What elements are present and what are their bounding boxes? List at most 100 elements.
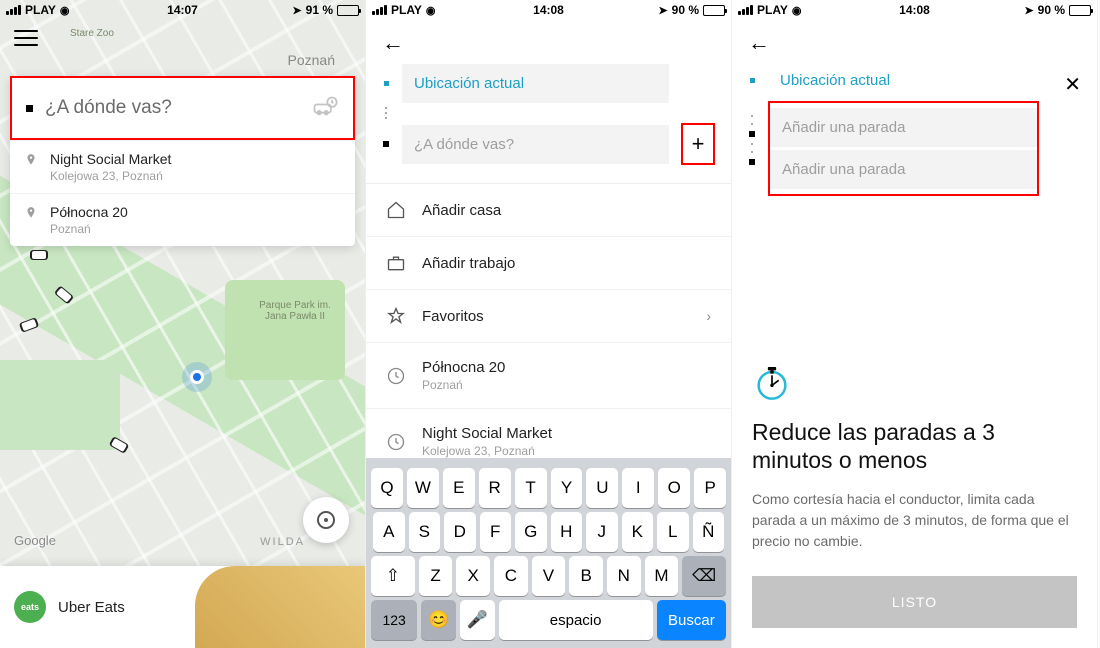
- done-button[interactable]: LISTO: [752, 576, 1077, 628]
- location-services-icon: ➤: [292, 4, 301, 17]
- key-enye[interactable]: Ñ: [693, 512, 725, 552]
- map-district-label: WILDA: [260, 536, 305, 548]
- key-m[interactable]: M: [645, 556, 679, 596]
- route-inputs: Ubicación actual ¿A dónde vas? +: [366, 64, 731, 175]
- status-bar: PLAY ◉ 14:08 ➤ 90 %: [366, 0, 731, 20]
- uber-eats-image: [195, 566, 365, 648]
- keyboard-row-1: Q W E R T Y U I O P: [371, 468, 726, 508]
- home-icon: [386, 200, 406, 220]
- mic-key[interactable]: 🎤: [460, 600, 495, 640]
- wifi-icon: ◉: [792, 4, 802, 17]
- key-z[interactable]: Z: [419, 556, 453, 596]
- stop-field-1[interactable]: Añadir una parada: [770, 108, 1037, 147]
- carrier-label: PLAY: [25, 3, 56, 17]
- key-c[interactable]: C: [494, 556, 528, 596]
- map-city-label: Poznań: [288, 52, 335, 68]
- key-x[interactable]: X: [456, 556, 490, 596]
- keyboard[interactable]: Q W E R T Y U I O P A S D F G H J K L: [366, 458, 731, 648]
- suggestion-subtitle: Poznań: [50, 222, 128, 236]
- screen-destination-entry: PLAY ◉ 14:08 ➤ 90 % ← Ubicación actual: [366, 0, 732, 648]
- location-services-icon: ➤: [1024, 4, 1033, 17]
- key-u[interactable]: U: [586, 468, 618, 508]
- route-inputs: Ubicación actual Añadir una parada Añadi…: [732, 64, 1097, 196]
- wifi-icon: ◉: [426, 4, 436, 17]
- key-a[interactable]: A: [373, 512, 405, 552]
- suggestion-title: Night Social Market: [50, 151, 171, 167]
- key-e[interactable]: E: [443, 468, 475, 508]
- space-key[interactable]: espacio: [499, 600, 653, 640]
- battery-icon: [337, 5, 359, 16]
- back-button[interactable]: ←: [732, 20, 1097, 60]
- map-attribution: Google: [14, 533, 56, 548]
- carrier-label: PLAY: [757, 3, 788, 17]
- clock: 14:07: [167, 3, 198, 17]
- signal-icon: [6, 5, 21, 15]
- tip-body: Como cortesía hacia el conductor, limita…: [752, 489, 1077, 552]
- clock-icon: [386, 366, 406, 386]
- destination-field[interactable]: ¿A dónde vas?: [402, 125, 669, 164]
- key-w[interactable]: W: [407, 468, 439, 508]
- clock: 14:08: [899, 3, 930, 17]
- search-key[interactable]: Buscar: [657, 600, 726, 640]
- uber-eats-banner[interactable]: eats Uber Eats: [0, 566, 365, 648]
- key-v[interactable]: V: [532, 556, 566, 596]
- chevron-right-icon: ›: [706, 308, 711, 324]
- clock-icon: [386, 432, 406, 452]
- key-y[interactable]: Y: [551, 468, 583, 508]
- key-b[interactable]: B: [569, 556, 603, 596]
- key-s[interactable]: S: [409, 512, 441, 552]
- add-home-row[interactable]: Añadir casa: [366, 184, 731, 237]
- key-d[interactable]: D: [444, 512, 476, 552]
- key-r[interactable]: R: [479, 468, 511, 508]
- signal-icon: [372, 5, 387, 15]
- signal-icon: [738, 5, 753, 15]
- recent-row[interactable]: Północna 20 Poznań: [366, 343, 731, 409]
- recenter-button[interactable]: [303, 497, 349, 543]
- pickup-field[interactable]: Ubicación actual: [768, 64, 1039, 97]
- key-f[interactable]: F: [480, 512, 512, 552]
- search-placeholder: ¿A dónde vas?: [45, 97, 299, 119]
- suggestion-subtitle: Kolejowa 23, Poznań: [50, 169, 171, 183]
- screen-add-stops: PLAY ◉ 14:08 ➤ 90 % ← Ubicación actual: [732, 0, 1098, 648]
- menu-button[interactable]: [14, 30, 38, 46]
- destination-dot-icon: [26, 105, 33, 112]
- favorites-row[interactable]: Favoritos ›: [366, 290, 731, 343]
- suggestion-title: Północna 20: [50, 204, 128, 220]
- key-g[interactable]: G: [515, 512, 547, 552]
- destination-search[interactable]: ¿A dónde vas?: [10, 76, 355, 140]
- key-j[interactable]: J: [586, 512, 618, 552]
- emoji-key[interactable]: 😊: [421, 600, 456, 640]
- numbers-key[interactable]: 123: [371, 600, 417, 640]
- current-location-dot: [190, 370, 204, 384]
- suggestion-row[interactable]: Północna 20 Poznań: [10, 193, 355, 246]
- keyboard-row-2: A S D F G H J K L Ñ: [371, 512, 726, 552]
- pin-icon: [24, 206, 38, 220]
- key-i[interactable]: I: [622, 468, 654, 508]
- key-k[interactable]: K: [622, 512, 654, 552]
- shift-key[interactable]: ⇧: [371, 556, 415, 596]
- key-o[interactable]: O: [658, 468, 690, 508]
- search-card: ¿A dónde vas? Night Social Market Kolejo…: [10, 76, 355, 246]
- pickup-field[interactable]: Ubicación actual: [402, 64, 669, 103]
- map-park-label: Parque Park im. Jana Pawła II: [255, 300, 335, 322]
- schedule-ride-icon[interactable]: [311, 94, 339, 122]
- status-bar: PLAY ◉ 14:07 ➤ 91 %: [0, 0, 365, 20]
- key-h[interactable]: H: [551, 512, 583, 552]
- close-button[interactable]: ✕: [1064, 72, 1081, 97]
- star-icon: [386, 306, 406, 326]
- key-t[interactable]: T: [515, 468, 547, 508]
- backspace-key[interactable]: ⌫: [682, 556, 726, 596]
- back-button[interactable]: ←: [366, 20, 731, 60]
- key-l[interactable]: L: [657, 512, 689, 552]
- clock: 14:08: [533, 3, 564, 17]
- battery-percent: 90 %: [672, 3, 699, 17]
- stop-field-2[interactable]: Añadir una parada: [770, 150, 1037, 189]
- pin-icon: [24, 153, 38, 167]
- briefcase-icon: [386, 253, 406, 273]
- add-work-row[interactable]: Añadir trabajo: [366, 237, 731, 290]
- key-q[interactable]: Q: [371, 468, 403, 508]
- key-n[interactable]: N: [607, 556, 641, 596]
- key-p[interactable]: P: [694, 468, 726, 508]
- add-stop-button[interactable]: +: [681, 123, 715, 165]
- suggestion-row[interactable]: Night Social Market Kolejowa 23, Poznań: [10, 140, 355, 193]
